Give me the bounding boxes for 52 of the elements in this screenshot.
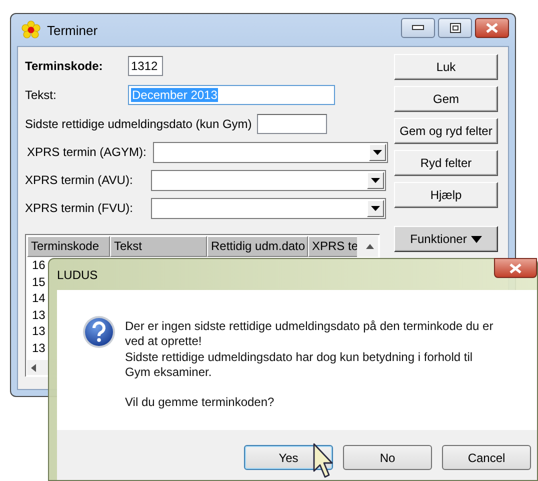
action-button[interactable]: Hjælp [394,182,498,208]
column-header[interactable]: Rettidig udm.dato [207,236,308,257]
window-title: Terminer [47,22,99,38]
question-icon [82,315,116,349]
message-text: Sidste rettidige udmeldingsdato har dog kun betydning i forhold til [125,350,474,365]
scroll-left-icon[interactable] [31,364,36,372]
table-cell: 16 [32,257,46,274]
text-field[interactable]: 1312 [128,56,163,76]
menu-button[interactable]: Funktioner [394,226,498,252]
scroll-up-icon[interactable] [366,244,374,249]
field-label: XPRS termin (AVU): [25,173,134,187]
action-button[interactable]: Gem [394,86,498,112]
text-field[interactable] [256,114,327,134]
close-icon [486,23,498,33]
dropdown-field[interactable] [151,198,386,218]
dialog-title: LUDUS [57,268,98,282]
close-button[interactable] [475,18,509,38]
table-cell: 13 [32,306,46,323]
flower-icon [21,20,41,40]
dropdown-field[interactable] [151,170,386,190]
question-text: Vil du gemme terminkoden? [125,395,276,410]
dialog-button[interactable]: No [343,445,432,470]
table-cell: 13 [32,323,46,340]
caret-icon [371,206,380,210]
table-cell: 13 [32,340,46,356]
table-cell: 15 [32,274,46,290]
action-button[interactable]: Gem og ryd felter [394,118,498,144]
field-label: Sidste rettidige udmeldingsdato (kun Gym) [25,117,252,131]
caret-icon [470,236,482,242]
caret-icon [371,178,380,182]
close-button[interactable] [494,258,537,278]
maximize-icon [450,23,460,33]
close-icon [509,262,522,274]
message-text: ved at oprette! [125,334,203,350]
field-label: Tekst: [25,88,58,102]
action-button[interactable]: Luk [394,54,498,80]
column-header[interactable]: Tekst [110,236,207,257]
dialog-button[interactable]: Cancel [442,445,531,470]
column-header[interactable]: Terminskode [27,236,110,257]
cursor-icon [313,443,335,479]
field-label: XPRS termin (AGYM): [27,145,148,159]
field-label: Terminskode: [25,59,104,73]
action-button[interactable]: Ryd felter [394,150,498,176]
dropdown-field[interactable] [153,142,388,162]
minimize-button[interactable] [401,18,435,38]
field-label: XPRS termin (FVU): [25,201,134,215]
message-text: Gym eksaminer. [125,364,213,380]
caret-icon [373,150,382,154]
maximize-button[interactable] [438,18,472,38]
table-cell: 14 [32,290,46,306]
minimize-icon [412,25,424,31]
message-text: Der er ingen sidste rettidige udmeldingsdato på den terminkode du er [125,319,494,334]
